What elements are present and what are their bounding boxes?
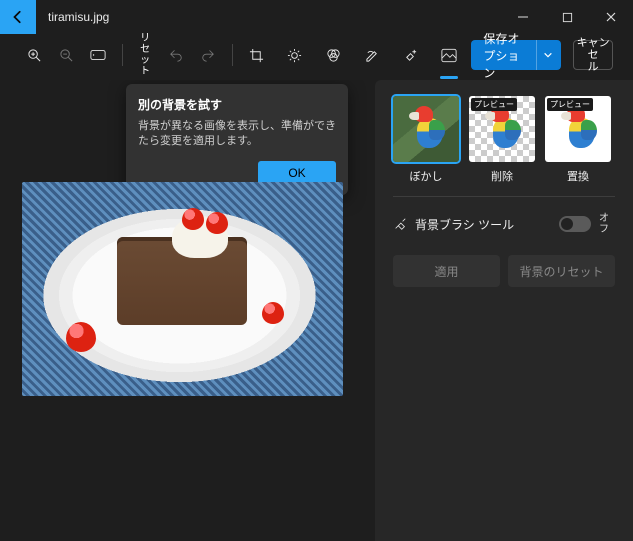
bg-option-label: ぼかし [410, 168, 443, 184]
background-button[interactable] [435, 41, 463, 69]
filename-label: tiramisu.jpg [36, 10, 501, 24]
bg-option-label: 置換 [567, 168, 589, 184]
popover-title: 別の背景を試す [138, 96, 336, 113]
strawberry-illustration [66, 322, 96, 352]
strawberry-illustration [262, 302, 284, 324]
hint-popover: 別の背景を試す 背景が異なる画像を表示し、準備ができたら変更を適用します。 OK [126, 84, 348, 195]
maximize-icon [562, 12, 573, 23]
brush-tool-row: 背景ブラシ ツール オフ [393, 209, 615, 239]
bg-thumb-blur [393, 96, 459, 162]
crop-button[interactable] [242, 41, 270, 69]
undo-button[interactable] [162, 41, 190, 69]
app-window: tiramisu.jpg リセ ット [0, 0, 633, 541]
divider [122, 44, 123, 66]
erase-button[interactable] [397, 41, 425, 69]
panel-actions: 適用 背景のリセット [393, 255, 615, 287]
save-options-button[interactable]: 保存オプション [471, 40, 561, 70]
divider [393, 196, 615, 197]
background-panel: ぼかし プレビュー 削除 [375, 80, 633, 541]
brush-icon [393, 217, 407, 231]
bg-option-label: 削除 [491, 168, 513, 184]
adjust-button[interactable] [281, 41, 309, 69]
content-area: 別の背景を試す 背景が異なる画像を表示し、準備ができたら変更を適用します。 OK [0, 80, 633, 541]
markup-button[interactable] [358, 41, 386, 69]
filter-icon [326, 48, 341, 63]
bg-option-remove[interactable]: プレビュー 削除 [469, 96, 535, 184]
redo-icon [201, 48, 215, 62]
zoom-out-icon [59, 48, 74, 63]
brush-toggle[interactable] [559, 216, 591, 232]
bg-option-replace[interactable]: プレビュー 置換 [545, 96, 611, 184]
titlebar: tiramisu.jpg [0, 0, 633, 34]
zoom-out-button[interactable] [52, 41, 80, 69]
fit-icon [90, 49, 106, 61]
undo-icon [169, 48, 183, 62]
popover-body: 背景が異なる画像を表示し、準備ができたら変更を適用します。 [138, 119, 336, 149]
strawberry-illustration [206, 212, 228, 234]
canvas-image[interactable] [22, 182, 343, 396]
back-button[interactable] [0, 0, 36, 34]
zoom-fit-button[interactable] [84, 41, 112, 69]
pen-icon [365, 48, 380, 63]
divider [232, 44, 233, 66]
bg-option-blur[interactable]: ぼかし [393, 96, 459, 184]
toolbar: リセ ット 保存オプシ [0, 34, 633, 80]
preview-tag: プレビュー [547, 98, 593, 111]
maximize-button[interactable] [545, 0, 589, 34]
close-icon [605, 11, 617, 23]
filter-button[interactable] [320, 41, 348, 69]
redo-button[interactable] [194, 41, 222, 69]
close-button[interactable] [589, 0, 633, 34]
bg-thumb-replace: プレビュー [545, 96, 611, 162]
bg-thumb-remove: プレビュー [469, 96, 535, 162]
save-label: 保存オプション [483, 30, 530, 81]
arrow-left-icon [11, 10, 25, 24]
reset-background-button[interactable]: 背景のリセット [508, 255, 615, 287]
zoom-in-button[interactable] [20, 41, 48, 69]
crop-icon [249, 48, 264, 63]
toggle-state-label: オフ [599, 213, 615, 235]
sparkle-erase-icon [403, 48, 418, 63]
active-tool-indicator [440, 76, 458, 79]
chevron-down-icon [543, 50, 553, 60]
strawberry-illustration [182, 208, 204, 230]
canvas-area: 別の背景を試す 背景が異なる画像を表示し、準備ができたら変更を適用します。 OK [0, 80, 375, 541]
brush-tool-label: 背景ブラシ ツール [415, 216, 551, 233]
background-options: ぼかし プレビュー 削除 [393, 96, 615, 184]
background-icon [441, 48, 457, 63]
save-dropdown[interactable] [536, 40, 553, 70]
cancel-button[interactable]: キャンセ ル [573, 40, 613, 70]
apply-button[interactable]: 適用 [393, 255, 500, 287]
zoom-in-icon [27, 48, 42, 63]
brightness-icon [287, 48, 302, 63]
reset-button[interactable]: リセ ット [133, 40, 158, 70]
preview-tag: プレビュー [471, 98, 517, 111]
minimize-icon [517, 11, 529, 23]
